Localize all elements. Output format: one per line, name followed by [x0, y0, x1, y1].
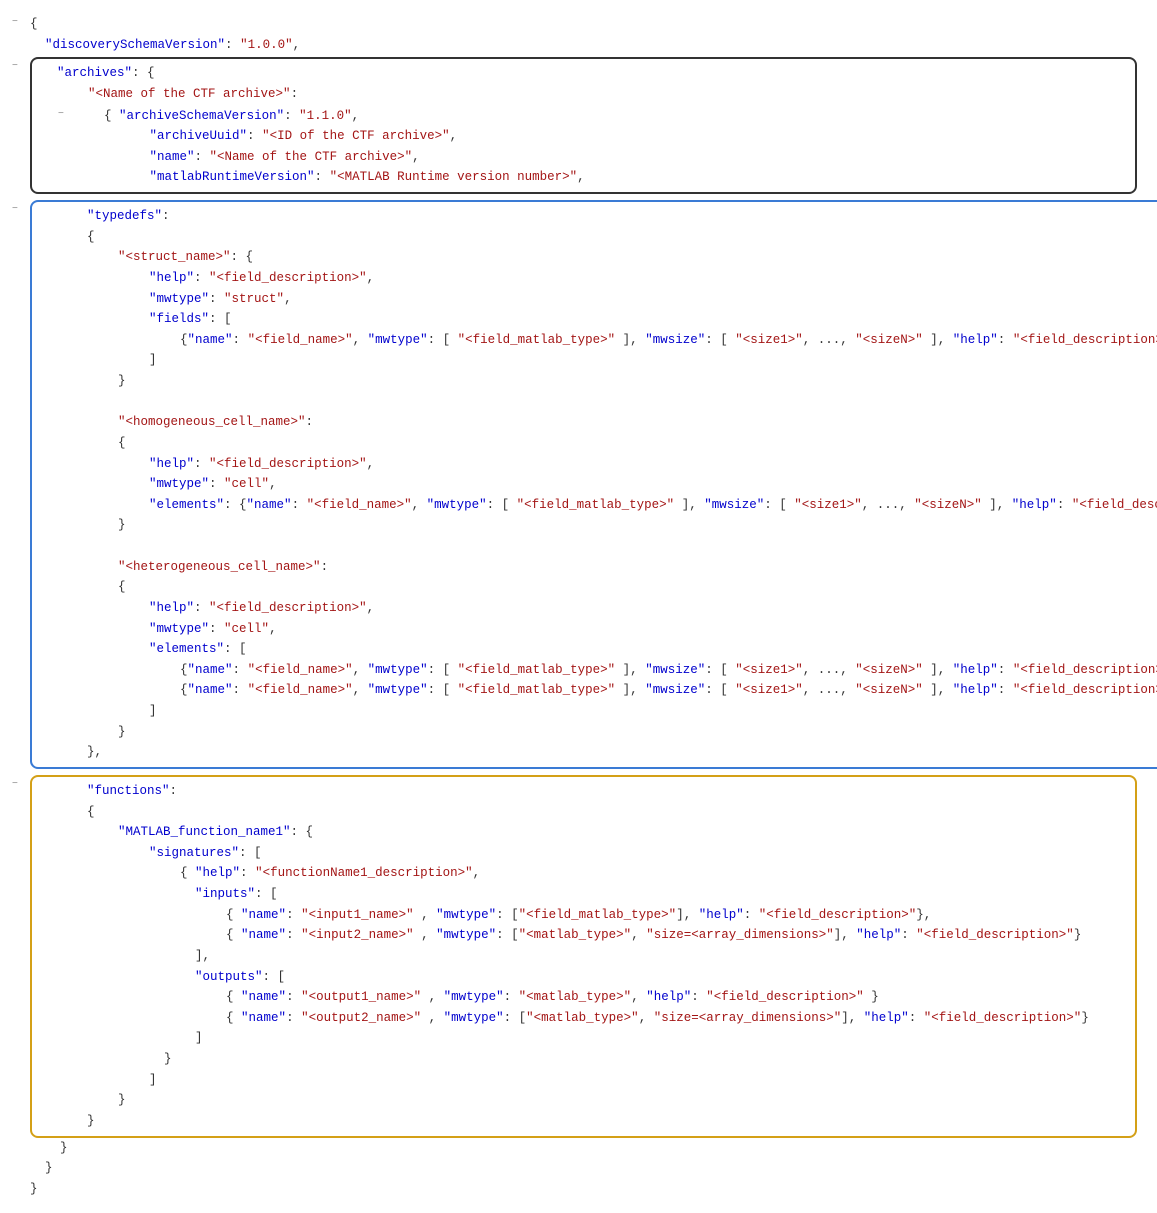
- sig-inputs-open: "inputs": [: [90, 884, 1125, 905]
- functions-header: "functions":: [42, 781, 1125, 802]
- code-viewer: − { "discoverySchemaVersion": "1.0.0", −…: [0, 8, 1157, 1205]
- matlab-func-close: }: [58, 1090, 1125, 1111]
- input2-row: { "name": "<input2_name>" , "mwtype": ["…: [106, 925, 1125, 946]
- fold-typedefs[interactable]: −: [12, 201, 18, 218]
- line-discovery-schema: "discoverySchemaVersion": "1.0.0",: [30, 35, 300, 56]
- struct-fields-open: "fields": [: [74, 309, 1157, 330]
- fold-archive-obj[interactable]: −: [58, 106, 64, 123]
- sig-outputs-close: ]: [90, 1028, 1125, 1049]
- fold-archives[interactable]: −: [12, 58, 18, 75]
- sig-inputs-close: ],: [90, 946, 1125, 967]
- line-final-close: }: [30, 1179, 1145, 1200]
- functions-close: }: [42, 1111, 1125, 1132]
- sig-help-open: { "help": "<functionName1_description>",: [90, 863, 1125, 884]
- typedefs-open: {: [42, 227, 1157, 248]
- homo-elements: "elements": {"name": "<field_name>", "mw…: [74, 495, 1157, 516]
- signatures-close: ]: [74, 1070, 1125, 1091]
- fold-root[interactable]: −: [12, 14, 18, 31]
- struct-fields-close: ]: [74, 350, 1157, 371]
- line-archive-obj-open: { "archiveSchemaVersion": "1.1.0",: [74, 106, 1125, 127]
- struct-field-row: {"name": "<field_name>", "mwtype": [ "<f…: [90, 330, 1157, 351]
- hetero-elements-close: ]: [74, 701, 1157, 722]
- line-indent-close: }: [30, 1138, 1145, 1159]
- sig-obj-close: }: [74, 1049, 1125, 1070]
- hetero-mwtype: "mwtype": "cell",: [74, 619, 1157, 640]
- struct-mwtype: "mwtype": "struct",: [74, 289, 1157, 310]
- hetero-cell-key: "<heterogeneous_cell_name>":: [58, 557, 1157, 578]
- struct-name-key: "<struct_name>": {: [58, 247, 1157, 268]
- output1-row: { "name": "<output1_name>" , "mwtype": "…: [106, 987, 1125, 1008]
- fold-functions[interactable]: −: [12, 776, 18, 793]
- line-archive-name: "name": "<Name of the CTF archive>",: [74, 147, 1125, 168]
- line-name-of-ctf: "<Name of the CTF archive>":: [58, 84, 1125, 105]
- homo-cell-open: {: [58, 433, 1157, 454]
- matlab-func-key: "MATLAB_function_name1": {: [58, 822, 1125, 843]
- sig-outputs-open: "outputs": [: [90, 967, 1125, 988]
- struct-help: "help": "<field_description>",: [74, 268, 1157, 289]
- input1-row: { "name": "<input1_name>" , "mwtype": ["…: [106, 905, 1125, 926]
- hetero-elements-open: "elements": [: [74, 639, 1157, 660]
- spacer1: [42, 392, 1157, 413]
- line-archive-uuid: "archiveUuid": "<ID of the CTF archive>"…: [74, 126, 1125, 147]
- hetero-elem-row2: {"name": "<field_name>", "mwtype": [ "<f…: [90, 680, 1157, 701]
- functions-open: {: [42, 802, 1125, 823]
- homo-close: }: [58, 515, 1157, 536]
- signatures-open: "signatures": [: [74, 843, 1125, 864]
- hetero-close: }: [58, 722, 1157, 743]
- hetero-elem-row1: {"name": "<field_name>", "mwtype": [ "<f…: [90, 660, 1157, 681]
- typedefs-close: },: [42, 742, 1157, 763]
- spacer2: [42, 536, 1157, 557]
- homo-help: "help": "<field_description>",: [74, 454, 1157, 475]
- archives-header: "archives": {: [42, 63, 1125, 84]
- hetero-help: "help": "<field_description>",: [74, 598, 1157, 619]
- struct-close: }: [58, 371, 1157, 392]
- line-open-brace: {: [30, 14, 38, 35]
- hetero-cell-open: {: [58, 577, 1157, 598]
- typedefs-header: "typedefs":: [42, 206, 1157, 227]
- homo-cell-key: "<homogeneous_cell_name>":: [58, 412, 1157, 433]
- line-archive-matlab: "matlabRuntimeVersion": "<MATLAB Runtime…: [74, 167, 1125, 188]
- homo-mwtype: "mwtype": "cell",: [74, 474, 1157, 495]
- output2-row: { "name": "<output2_name>" , "mwtype": […: [106, 1008, 1125, 1029]
- line-root-close: }: [30, 1158, 1145, 1179]
